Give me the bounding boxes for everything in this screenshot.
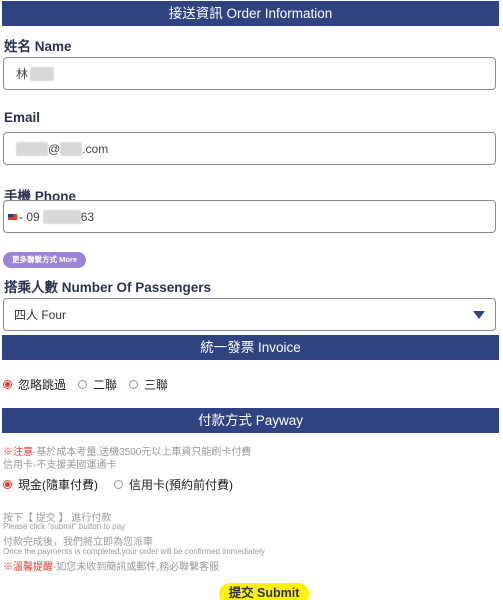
invoice-option-triplicate-label: 三聯 xyxy=(144,378,169,392)
invoice-option-duplicate[interactable]: 二聯 xyxy=(78,376,117,393)
name-field[interactable]: 林 xyxy=(3,57,496,90)
phone-redacted xyxy=(42,209,81,224)
instruction-line-5-text: -如您未收到簡訊或郵件,務必聯繫客服 xyxy=(53,562,220,573)
instruction-line-5: ※溫馨提醒-如您未收到簡訊或郵件,務必聯繫客服 xyxy=(3,558,219,573)
invoice-header: 統一發票 Invoice xyxy=(2,335,499,360)
payway-option-credit[interactable]: 信用卡(預約前付費) xyxy=(114,476,233,493)
name-redacted xyxy=(30,66,55,81)
order-info-title: 接送資訊 Order Information xyxy=(168,6,333,21)
phone-prefix: - 09 xyxy=(19,209,40,224)
payway-note-2: 信用卡-不支援美國運通卡 xyxy=(3,460,117,471)
payway-title: 付款方式 Payway xyxy=(197,413,304,428)
invoice-options: 忽略跳過 二聯 三聯 xyxy=(3,376,180,393)
more-contact-button[interactable]: 更多聯繫方式 More xyxy=(3,252,87,268)
invoice-option-skip-label: 忽略跳過 xyxy=(18,378,67,392)
phone-suffix: 63 xyxy=(80,209,95,224)
passengers-select[interactable]: 四人 Four xyxy=(3,298,496,331)
radio-icon[interactable] xyxy=(129,380,139,389)
passengers-selected: 四人 Four xyxy=(14,308,67,322)
instruction-line-5-mark: ※溫馨提醒 xyxy=(3,562,53,573)
email-at: @ xyxy=(48,141,61,156)
taiwan-flag-icon[interactable] xyxy=(8,213,17,220)
order-info-header: 接送資訊 Order Information xyxy=(2,1,499,26)
radio-checked-icon[interactable] xyxy=(3,480,12,489)
payway-option-credit-label: 信用卡(預約前付費) xyxy=(129,478,233,492)
email-label: Email xyxy=(4,110,41,125)
email-suffix: .com xyxy=(82,141,109,156)
invoice-option-skip[interactable]: 忽略跳過 xyxy=(3,376,66,393)
email-redacted-domain xyxy=(60,141,83,156)
invoice-title: 統一發票 Invoice xyxy=(200,340,301,355)
payway-option-cash-label: 現金(隨車付費) xyxy=(18,478,98,492)
instruction-line-4: Once the payments is completed,your orde… xyxy=(3,547,265,556)
radio-checked-icon[interactable] xyxy=(3,380,12,389)
submit-button[interactable]: 提交 Submit xyxy=(219,583,309,600)
email-redacted-local xyxy=(16,141,48,156)
name-label: 姓名 Name xyxy=(4,39,72,54)
passengers-label: 搭乘人數 Number Of Passengers xyxy=(4,280,212,295)
name-value-prefix: 林 xyxy=(16,67,29,81)
phone-field[interactable]: - 09 63 xyxy=(3,200,496,233)
instruction-line-3: 付款完成後，我們將立即為您派車 xyxy=(3,537,153,548)
radio-icon[interactable] xyxy=(114,480,123,489)
payway-option-cash[interactable]: 現金(隨車付費) xyxy=(3,476,98,493)
payway-header: 付款方式 Payway xyxy=(2,408,499,433)
radio-icon[interactable] xyxy=(78,380,88,389)
triangle-down-icon xyxy=(473,311,485,319)
instruction-line-2: Please click "submit" button to pay xyxy=(3,522,126,531)
invoice-option-triplicate[interactable]: 三聯 xyxy=(129,376,168,393)
email-field[interactable]: @ .com xyxy=(3,132,496,165)
payway-options: 現金(隨車付費) 信用卡(預約前付費) xyxy=(3,476,245,493)
invoice-option-duplicate-label: 二聯 xyxy=(93,378,118,392)
